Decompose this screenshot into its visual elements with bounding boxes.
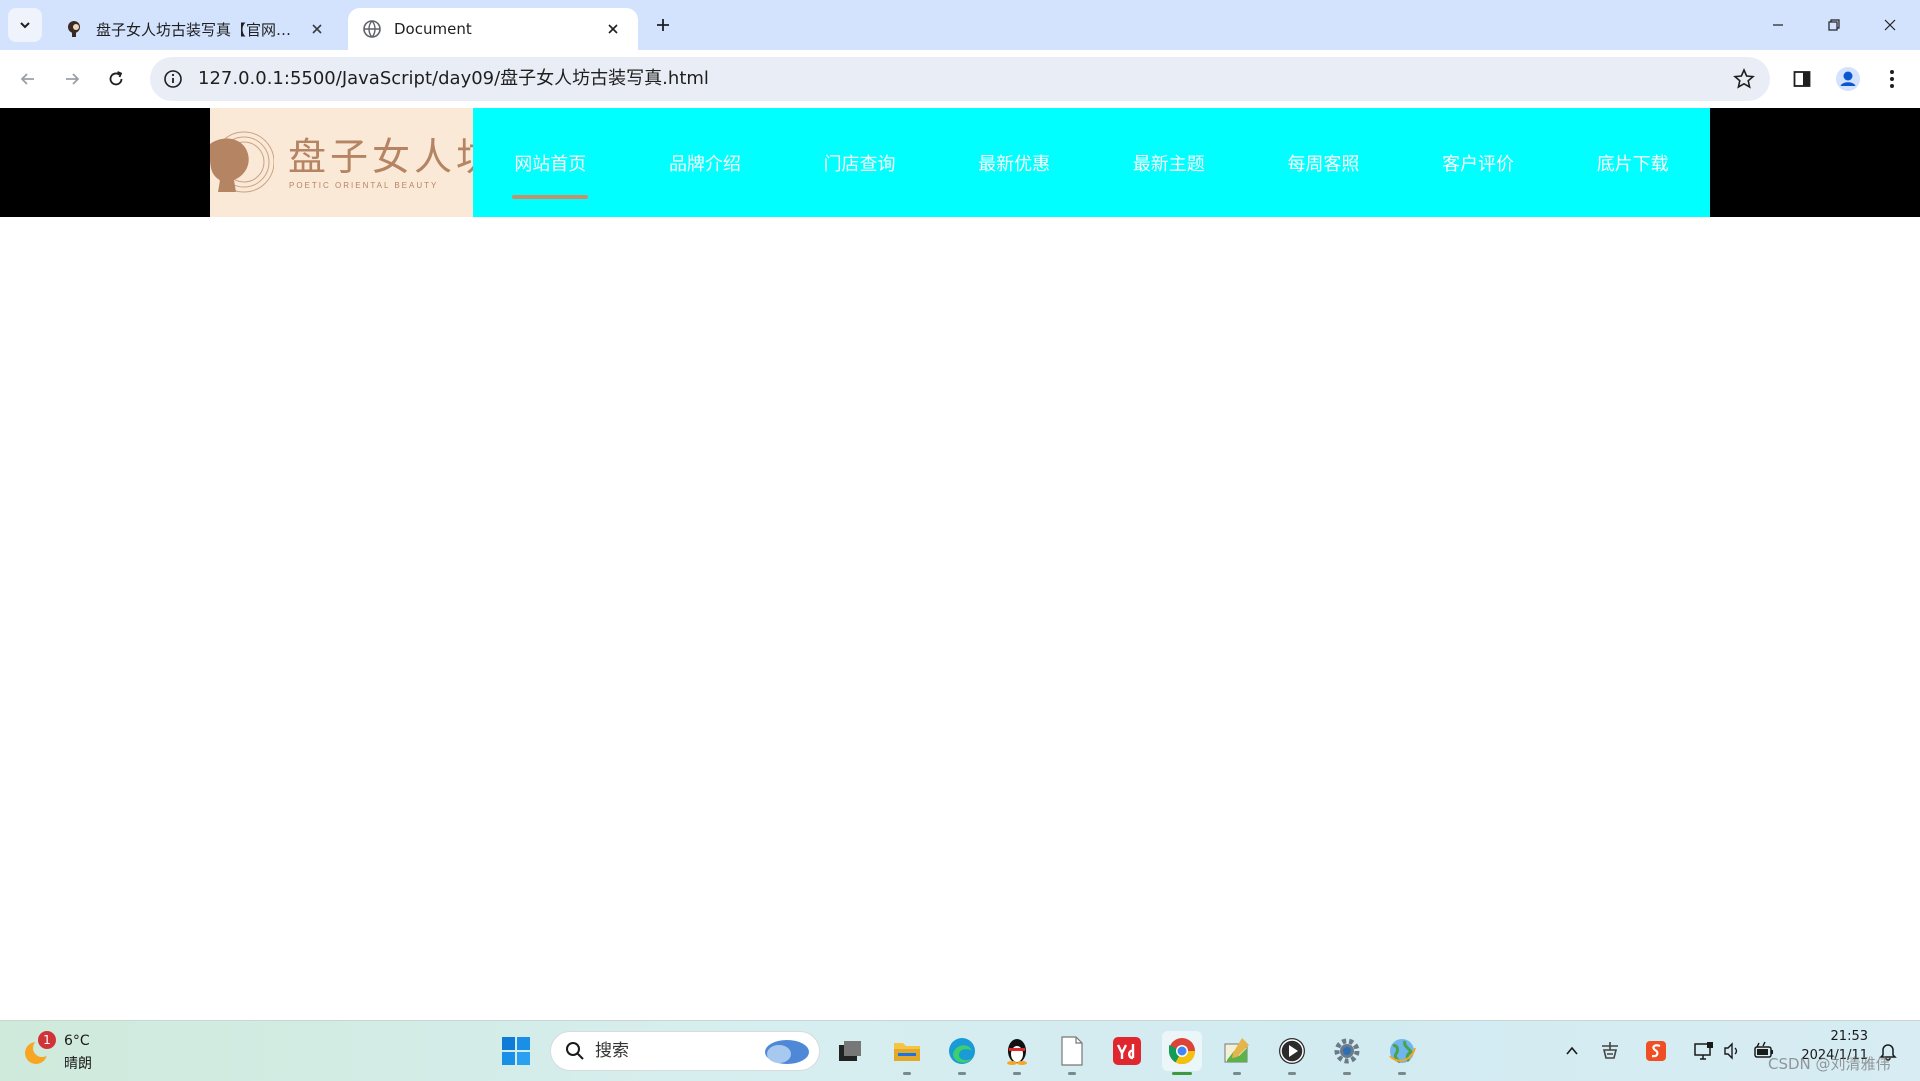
nav-item-downloads[interactable]: 底片下载 <box>1555 108 1710 217</box>
search-placeholder: 搜索 <box>595 1041 629 1061</box>
tray-ime[interactable] <box>1598 1039 1622 1063</box>
arrow-left-icon <box>20 73 34 85</box>
tab-panzi[interactable]: 盘子女人坊古装写真【官网】_古装写真 <box>50 8 342 50</box>
site-header: 盘子女人坊 POETIC ORIENTAL BEAUTY 网站首页 品牌介绍 门… <box>0 108 1920 217</box>
weather-condition: 晴朗 <box>64 1056 92 1072</box>
taskbar-app-settings[interactable] <box>1327 1031 1367 1075</box>
woman-silhouette-icon <box>210 131 274 193</box>
taskbar-app-taskview[interactable] <box>830 1031 870 1071</box>
taskbar-app-paint[interactable] <box>1217 1031 1257 1075</box>
new-tab-button[interactable] <box>650 12 676 38</box>
tray-volume[interactable] <box>1720 1039 1744 1063</box>
watermark: CSDN @刘清雅伟 <box>1768 1055 1891 1073</box>
network-icon <box>1694 1042 1713 1060</box>
youdao-icon <box>1113 1037 1141 1065</box>
tray-overflow[interactable] <box>1560 1039 1584 1063</box>
taskbar: 1 6°C 晴朗 搜索 21:53 2024/1/11 CSDN @刘清雅伟 <box>0 1020 1920 1081</box>
nav-item-reviews[interactable]: 客户评价 <box>1401 108 1556 217</box>
taskbar-app-qq[interactable] <box>997 1031 1037 1075</box>
taskbar-app-chrome[interactable] <box>1162 1031 1202 1075</box>
more-vertical-icon <box>1890 70 1894 88</box>
tab-document[interactable]: Document <box>348 8 638 50</box>
weather-widget[interactable]: 1 6°C 晴朗 <box>22 1029 142 1073</box>
weather-temp: 6°C <box>64 1033 90 1049</box>
reload-icon <box>109 71 123 86</box>
edge-icon <box>949 1038 975 1064</box>
gear-icon <box>1334 1038 1360 1064</box>
world-icon <box>1389 1039 1416 1064</box>
woman-silhouette-icon <box>68 21 80 37</box>
notification-badge: 1 <box>38 1031 56 1049</box>
globe-icon <box>363 20 381 38</box>
restore-button[interactable] <box>1806 0 1862 50</box>
logo-tagline: POETIC ORIENTAL BEAUTY <box>289 181 439 190</box>
url-text[interactable]: 127.0.0.1:5500/JavaScript/day09/盘子女人坊古装写… <box>198 57 709 101</box>
task-view-icon <box>839 1041 861 1061</box>
tab-search-button[interactable] <box>8 8 42 42</box>
tray-network[interactable] <box>1692 1039 1716 1063</box>
side-panel-button[interactable] <box>1788 65 1816 93</box>
info-icon[interactable] <box>162 68 184 90</box>
close-window-button[interactable] <box>1862 0 1918 50</box>
close-tab-button[interactable] <box>306 18 328 40</box>
back-button[interactable] <box>12 63 44 95</box>
taskbar-app-explorer[interactable] <box>887 1031 927 1075</box>
bookmark-star-icon[interactable] <box>1732 67 1756 91</box>
menu-button[interactable] <box>1878 65 1906 93</box>
clock-time: 21:53 <box>1830 1029 1868 1044</box>
tab-title: Document <box>394 20 472 38</box>
taskbar-app-player[interactable] <box>1272 1031 1312 1075</box>
nav-item-home[interactable]: 网站首页 <box>473 108 628 217</box>
avatar-icon <box>1836 67 1860 91</box>
arrow-right-icon <box>66 73 80 85</box>
tab-title: 盘子女人坊古装写真【官网】_古装写真 <box>96 20 306 39</box>
close-icon <box>312 24 322 34</box>
minimize-icon <box>1773 24 1783 26</box>
close-icon <box>608 24 618 34</box>
main-nav: 网站首页 品牌介绍 门店查询 最新优惠 最新主题 每周客照 客户评价 底片下载 <box>473 108 1710 217</box>
windows-start-icon <box>502 1037 530 1065</box>
taskbar-app-edge[interactable] <box>942 1031 982 1075</box>
taskbar-app-youdao[interactable] <box>1107 1031 1147 1071</box>
close-tab-button[interactable] <box>602 18 624 40</box>
folder-icon <box>894 1043 920 1061</box>
taskbar-search[interactable]: 搜索 <box>550 1031 820 1071</box>
chrome-icon <box>1168 1038 1196 1065</box>
nav-item-offers[interactable]: 最新优惠 <box>937 108 1092 217</box>
close-icon <box>1884 19 1896 31</box>
minimize-button[interactable] <box>1750 0 1806 50</box>
browser-toolbar: 127.0.0.1:5500/JavaScript/day09/盘子女人坊古装写… <box>0 50 1920 108</box>
address-bar[interactable]: 127.0.0.1:5500/JavaScript/day09/盘子女人坊古装写… <box>150 57 1770 101</box>
taskbar-app-browser[interactable] <box>1382 1031 1422 1075</box>
page-viewport: 盘子女人坊 POETIC ORIENTAL BEAUTY 网站首页 品牌介绍 门… <box>0 108 1920 1020</box>
play-icon <box>1279 1038 1305 1064</box>
nav-item-themes[interactable]: 最新主题 <box>1092 108 1247 217</box>
plus-icon <box>657 19 669 31</box>
browser-titlebar: 盘子女人坊古装写真【官网】_古装写真 Document <box>0 0 1920 50</box>
ime-icon <box>1602 1042 1618 1059</box>
chevron-down-icon <box>20 22 30 29</box>
reload-button[interactable] <box>100 63 132 95</box>
paint-icon <box>1224 1038 1249 1063</box>
nav-item-stores[interactable]: 门店查询 <box>782 108 937 217</box>
chevron-up-icon <box>1566 1046 1578 1055</box>
tray-sogou[interactable] <box>1644 1039 1668 1063</box>
document-icon <box>1061 1036 1083 1066</box>
search-icon <box>566 1042 584 1060</box>
restore-icon <box>1828 19 1840 31</box>
search-highlight-icon <box>765 1040 809 1064</box>
profile-button[interactable] <box>1834 65 1862 93</box>
start-button[interactable] <box>496 1031 536 1071</box>
taskbar-app-notepad[interactable] <box>1052 1031 1092 1075</box>
volume-icon <box>1724 1042 1738 1060</box>
nav-item-brand[interactable]: 品牌介绍 <box>628 108 783 217</box>
side-panel-icon <box>1793 71 1811 87</box>
logo-name: 盘子女人坊 <box>288 135 473 179</box>
sogou-icon <box>1646 1041 1666 1061</box>
forward-button[interactable] <box>56 63 88 95</box>
nav-item-weekly-photos[interactable]: 每周客照 <box>1246 108 1401 217</box>
site-logo[interactable]: 盘子女人坊 POETIC ORIENTAL BEAUTY <box>210 108 473 217</box>
penguin-icon <box>1007 1039 1027 1065</box>
